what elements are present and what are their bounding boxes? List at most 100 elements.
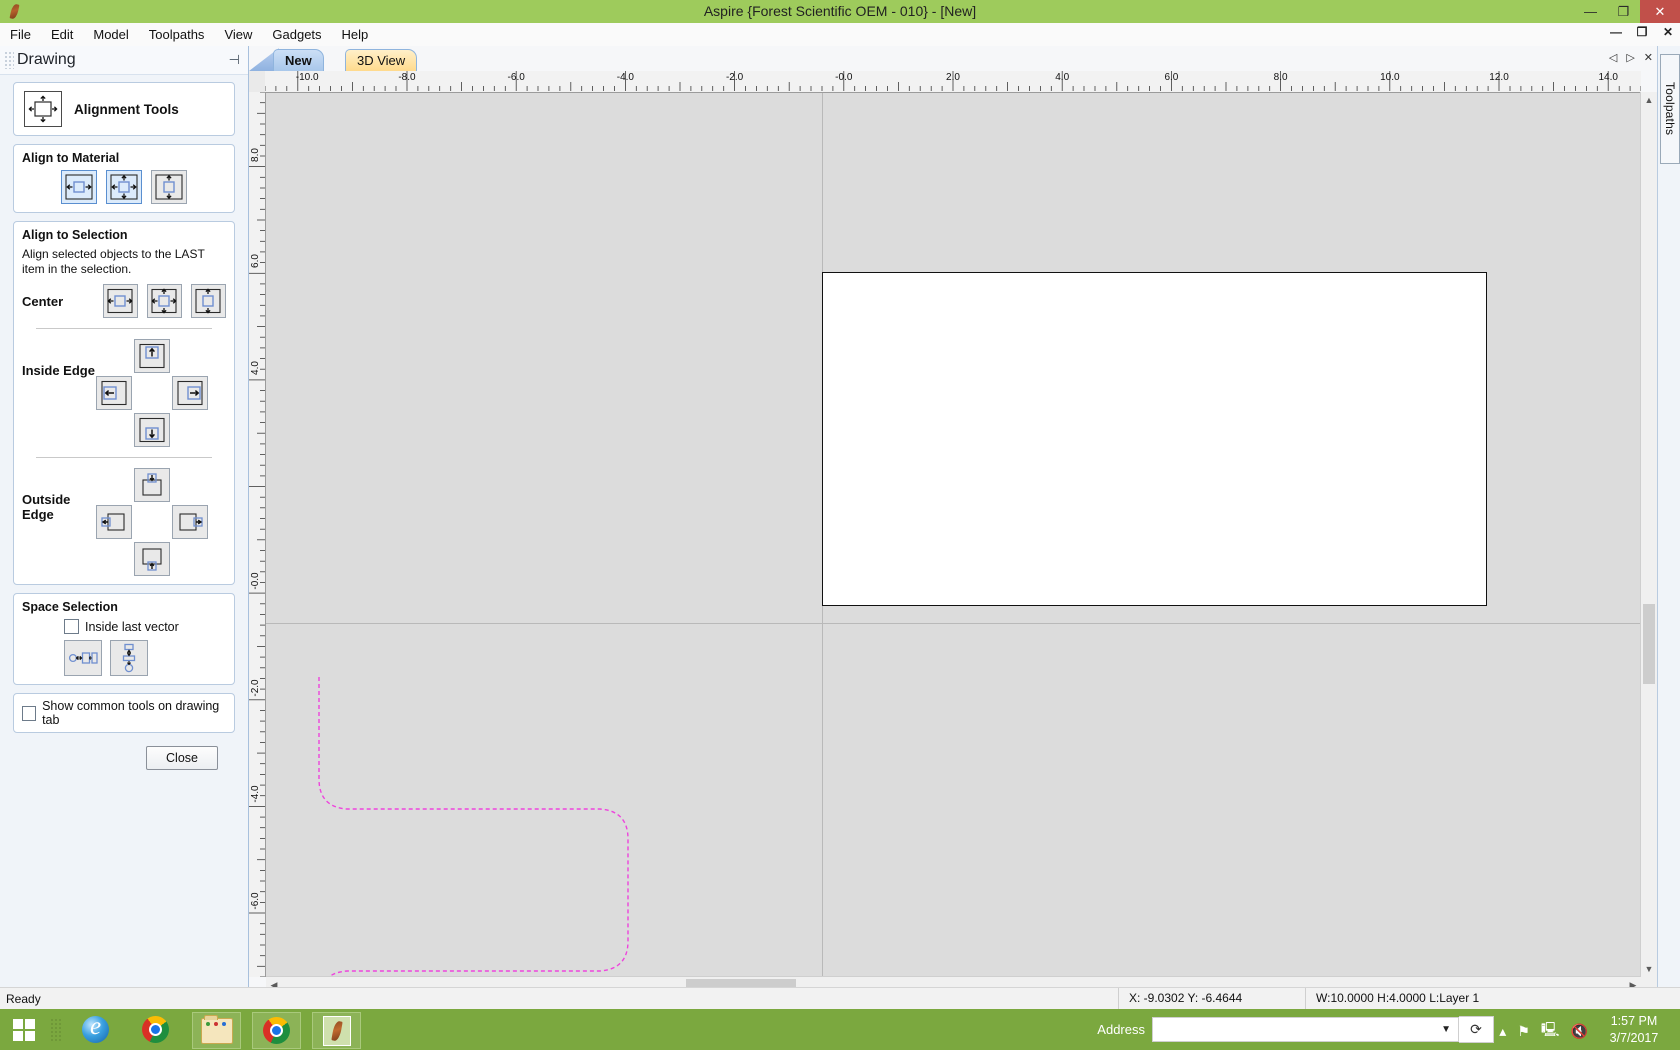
h-ruler-label: 8.0	[1273, 72, 1288, 83]
tab-next-icon[interactable]: ▷	[1626, 51, 1634, 64]
h-ruler-label: -8.0	[398, 72, 416, 83]
minimize-button[interactable]: —	[1574, 0, 1607, 23]
menu-toolpaths[interactable]: Toolpaths	[139, 23, 215, 46]
view-tab-strip: New 3D View ◁ ▷ ✕	[249, 46, 1657, 72]
vector-layer	[318, 677, 629, 977]
show-hidden-icons-chevron-up-icon[interactable]: ▴	[1499, 1023, 1506, 1040]
inside-right-button[interactable]	[172, 376, 208, 411]
h-ruler-label: -2.0	[725, 72, 744, 83]
panel-grip-icon[interactable]	[4, 51, 14, 69]
menu-gadgets[interactable]: Gadgets	[262, 23, 331, 46]
align-to-material-title: Align to Material	[22, 151, 120, 165]
menu-view[interactable]: View	[214, 23, 262, 46]
center-vertically-button[interactable]	[190, 284, 226, 319]
close-button[interactable]: ✕	[1640, 0, 1680, 23]
canvas-vertical-scrollbar[interactable]: ▲ ▼	[1640, 92, 1657, 977]
v-ruler-label: -6.0	[250, 892, 261, 910]
drawing-canvas[interactable]	[266, 93, 1641, 977]
pin-icon[interactable]: ⊣	[229, 52, 240, 68]
address-input[interactable]: ▼	[1152, 1017, 1459, 1042]
menu-help[interactable]: Help	[332, 23, 379, 46]
taskbar-file-explorer-icon[interactable]	[192, 1012, 241, 1049]
document-window-controls: — ❐ ✕	[1608, 25, 1676, 39]
toolpaths-dock-label: Toolpaths	[1663, 82, 1677, 136]
vertical-ruler[interactable]: 8.0 6.0 4.0 -0.0 -2.0 -4.0 -6.0	[249, 92, 266, 977]
close-panel-button[interactable]: Close	[146, 746, 218, 770]
flag-icon[interactable]: ⚑	[1517, 1023, 1530, 1040]
network-icon[interactable]: 🖳	[1541, 1019, 1560, 1043]
view-tab-3d-label: 3D View	[357, 53, 406, 68]
view-tab-new[interactable]: New	[273, 49, 324, 72]
status-coordinates: X: -9.0302 Y: -6.4644	[1118, 988, 1309, 1009]
tab-close-icon[interactable]: ✕	[1644, 51, 1653, 64]
doc-close-button[interactable]: ✕	[1660, 25, 1676, 39]
maximize-button[interactable]: ❐	[1607, 0, 1640, 23]
show-common-tools-checkbox[interactable]	[22, 705, 37, 721]
h-ruler-label: -0.0	[835, 72, 853, 83]
v-ruler-label: 4.0	[250, 360, 261, 375]
center-in-material-button[interactable]	[106, 170, 142, 204]
alignment-tools-header[interactable]: Alignment Tools	[13, 82, 235, 136]
volume-muted-icon[interactable]: 🔇	[1571, 1023, 1588, 1040]
divider-center-inside	[36, 328, 212, 330]
align-to-selection-description: Align selected objects to the LAST item …	[22, 247, 205, 276]
center-both-button[interactable]	[146, 284, 182, 319]
toolpaths-dock-tab[interactable]: Toolpaths	[1660, 54, 1680, 164]
address-refresh-icon[interactable]: ⟳	[1459, 1016, 1494, 1043]
h-ruler-label: 12.0	[1489, 72, 1509, 83]
center-horizontally-button[interactable]	[102, 284, 138, 319]
tab-nav-controls: ◁ ▷ ✕	[1609, 51, 1653, 64]
center-label: Center	[22, 293, 64, 309]
alignment-tools-label: Alignment Tools	[74, 101, 179, 117]
view-tab-3d[interactable]: 3D View	[345, 49, 418, 72]
center-horizontally-in-material-button[interactable]	[61, 170, 97, 204]
align-to-selection-title: Align to Selection	[22, 228, 128, 242]
taskbar-internet-explorer-icon[interactable]	[72, 1012, 119, 1047]
inside-top-button[interactable]	[134, 339, 170, 374]
outside-left-button[interactable]	[96, 505, 132, 540]
taskbar-clock[interactable]: 1:57 PM 3/7/2017	[1596, 1013, 1672, 1047]
outside-top-button[interactable]	[134, 468, 170, 503]
window-title: Aspire {Forest Scientific OEM - 010} - […	[703, 3, 977, 19]
vertical-scroll-thumb[interactable]	[1643, 604, 1655, 684]
show-common-tools-row[interactable]: Show common tools on drawing tab	[22, 699, 226, 727]
scroll-down-icon[interactable]: ▼	[1641, 961, 1657, 977]
windows-taskbar: Address ▼ ⟳ ▴ ⚑ 🖳 🔇 1:57 PM 3/7/2017	[0, 1009, 1680, 1050]
space-vertically-button[interactable]	[110, 640, 148, 677]
status-ready: Ready	[6, 991, 41, 1006]
windows-logo-icon	[13, 1018, 35, 1041]
space-selection-title: Space Selection	[22, 600, 118, 615]
aspire-application-window: Aspire {Forest Scientific OEM - 010} - […	[0, 0, 1680, 1050]
doc-minimize-button[interactable]: —	[1608, 25, 1624, 39]
taskbar-grip-icon[interactable]	[50, 1018, 62, 1042]
h-ruler-label: 4.0	[1055, 72, 1070, 83]
address-toolbar: Address ▼ ⟳	[1097, 1016, 1494, 1043]
inside-last-vector-row[interactable]: Inside last vector	[64, 619, 226, 635]
taskbar-chrome-window-icon[interactable]	[252, 1012, 301, 1049]
right-dock: Toolpaths	[1657, 46, 1680, 1009]
menu-file[interactable]: File	[0, 23, 41, 46]
space-horizontally-button[interactable]	[64, 640, 102, 677]
horizontal-ruler[interactable]: -10.0 -8.0 -6.0 -4.0 -2.0 -0.0 2.0 4.0 6.0 8.0 10.…	[265, 71, 1641, 93]
address-dropdown-chevron-down-icon[interactable]: ▼	[1441, 1024, 1451, 1035]
inside-last-vector-label: Inside last vector	[85, 619, 179, 634]
menu-model[interactable]: Model	[83, 23, 138, 46]
scroll-up-icon[interactable]: ▲	[1641, 92, 1657, 108]
outside-bottom-button[interactable]	[134, 542, 170, 577]
start-button[interactable]	[4, 1013, 44, 1046]
taskbar-chrome-icon[interactable]	[132, 1012, 179, 1047]
tab-prev-icon[interactable]: ◁	[1609, 51, 1617, 64]
outside-right-button[interactable]	[172, 505, 208, 540]
inside-bottom-button[interactable]	[134, 413, 170, 448]
inside-last-vector-checkbox[interactable]	[64, 619, 79, 635]
menu-edit[interactable]: Edit	[41, 23, 83, 46]
app-leaf-icon	[4, 1, 26, 23]
align-all-icon	[24, 91, 62, 127]
h-ruler-label: 10.0	[1380, 72, 1400, 83]
window-controls: — ❐ ✕	[1574, 0, 1680, 23]
center-vertically-in-material-button[interactable]	[151, 170, 187, 204]
inside-left-button[interactable]	[96, 376, 132, 411]
show-common-tools-group: Show common tools on drawing tab	[13, 693, 235, 734]
doc-restore-button[interactable]: ❐	[1634, 25, 1650, 39]
taskbar-aspire-window-icon[interactable]	[312, 1012, 361, 1049]
